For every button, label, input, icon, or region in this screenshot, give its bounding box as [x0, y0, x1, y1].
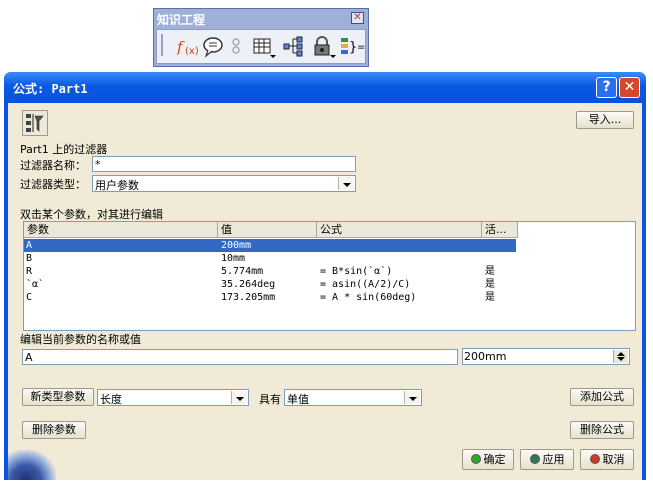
- filter-type-label: 过滤器类型：: [20, 178, 86, 191]
- lock-icon[interactable]: [312, 36, 336, 58]
- filter-type-value: 用户参数: [95, 179, 139, 192]
- column-header-formula[interactable]: 公式: [317, 222, 482, 238]
- column-header-value[interactable]: 值: [218, 222, 317, 238]
- import-button[interactable]: 导入...: [576, 111, 634, 129]
- ok-icon: [470, 454, 481, 464]
- table-row[interactable]: `α` 35.264deg = asin((A/2)/C) 是: [24, 278, 614, 291]
- table-cell-value: 200mm: [221, 240, 252, 251]
- table-cell-formula: = B*sin(`α`): [320, 266, 393, 277]
- value-kind-value: 单值: [287, 393, 309, 406]
- table-row[interactable]: C 173.205mm = A * sin(60deg) 是: [24, 291, 614, 304]
- table-header: 参数 值 公式 活...: [24, 222, 635, 238]
- toolbar-grip[interactable]: [161, 34, 163, 56]
- table-row[interactable]: B 10mm: [24, 252, 614, 265]
- table-cell-param: B: [26, 253, 33, 264]
- equations-icon[interactable]: } =: [340, 36, 366, 58]
- table-icon[interactable]: [253, 36, 277, 58]
- help-button[interactable]: ?: [596, 77, 617, 98]
- catia-compass-logo: [8, 450, 56, 480]
- toolbar-body: f (x) } =: [156, 29, 366, 64]
- svg-text:=: =: [357, 42, 365, 53]
- table-cell-value: 10mm: [221, 253, 246, 264]
- filter-name-label: 过滤器名称：: [20, 159, 86, 172]
- table-cell-value: 173.205mm: [221, 292, 276, 303]
- rule-chain-icon[interactable]: [229, 36, 243, 58]
- close-button[interactable]: ✕: [619, 77, 640, 98]
- with-label: 具有: [259, 393, 281, 406]
- new-type-parameter-button[interactable]: 新类型参数: [22, 388, 94, 406]
- ok-label: 确定: [483, 453, 506, 466]
- table-row[interactable]: A 200mm: [24, 239, 516, 252]
- svg-text:f: f: [177, 38, 185, 56]
- value-kind-select[interactable]: 单值: [284, 389, 422, 406]
- parameter-type-select[interactable]: 长度: [97, 389, 249, 406]
- filter-heading: Part1 上的过滤器: [20, 143, 108, 156]
- table-cell-active: 是: [485, 266, 495, 277]
- edit-label: 编辑当前参数的名称或值: [20, 333, 141, 346]
- delete-parameter-button[interactable]: 删除参数: [22, 421, 86, 439]
- spinner-icon[interactable]: [613, 350, 628, 363]
- table-cell-param: C: [26, 292, 33, 303]
- dialog-client-area: 导入... Part1 上的过滤器 过滤器名称： * 过滤器类型： 用户参数 双…: [8, 103, 642, 480]
- table-caption: 双击某个参数，对其进行编辑: [20, 208, 163, 221]
- table-cell-active: 是: [485, 292, 495, 303]
- table-row[interactable]: R 5.774mm = B*sin(`α`) 是: [24, 265, 614, 278]
- edit-name-input[interactable]: A: [22, 349, 458, 365]
- hierarchy-icon[interactable]: [283, 36, 305, 58]
- column-header-parameter[interactable]: 参数: [24, 222, 218, 238]
- apply-button[interactable]: 应用: [520, 449, 574, 470]
- chevron-down-icon[interactable]: [338, 177, 354, 190]
- formulas-dialog: 公式: Part1 ? ✕ 导入... Part1 上的过滤器 过滤器名称： *…: [4, 72, 646, 480]
- table-cell-param: `α`: [26, 279, 45, 290]
- dialog-title: 公式: Part1: [13, 82, 88, 96]
- table-cell-formula: = A * sin(60deg): [320, 292, 417, 303]
- table-cell-active: 是: [485, 279, 495, 290]
- column-header-active[interactable]: 活...: [482, 222, 518, 238]
- svg-text:(x): (x): [185, 46, 199, 57]
- table-cell-formula: = asin((A/2)/C): [320, 279, 411, 290]
- knowledgeware-toolbar: 知识工程 ✕ f (x) } =: [153, 8, 369, 67]
- filter-name-input[interactable]: *: [92, 156, 356, 172]
- cancel-label: 取消: [602, 453, 625, 466]
- apply-label: 应用: [542, 453, 565, 466]
- table-cell-param: R: [26, 266, 33, 277]
- parameters-table: 参数 值 公式 活... A 200mm B 10mm R 5.774mm = B*sin(…: [23, 221, 636, 331]
- table-cell-value: 5.774mm: [221, 266, 264, 277]
- filter-type-select[interactable]: 用户参数: [92, 175, 356, 192]
- toolbar-title: 知识工程: [157, 13, 206, 27]
- cancel-icon: [589, 454, 600, 464]
- table-cell-value: 35.264deg: [221, 279, 276, 290]
- edit-value-input[interactable]: 200mm: [462, 348, 630, 365]
- chevron-down-icon[interactable]: [231, 391, 247, 404]
- chevron-down-icon[interactable]: [404, 391, 420, 404]
- add-formula-button[interactable]: 添加公式: [570, 388, 634, 406]
- toolbar-close-button[interactable]: ✕: [351, 12, 364, 24]
- table-cell-param: A: [26, 240, 33, 251]
- formula-fx-icon[interactable]: f (x): [176, 36, 199, 58]
- comment-bubble-icon[interactable]: [202, 36, 224, 58]
- edit-value-text: 200mm: [464, 350, 507, 363]
- apply-icon: [529, 454, 540, 464]
- ok-button[interactable]: 确定: [462, 449, 514, 470]
- parameter-type-value: 长度: [100, 393, 122, 406]
- filter-tree-icon[interactable]: [22, 110, 48, 136]
- dialog-titlebar[interactable]: 公式: Part1 ? ✕: [4, 72, 646, 103]
- delete-formula-button[interactable]: 删除公式: [570, 421, 634, 439]
- cancel-button[interactable]: 取消: [580, 449, 634, 470]
